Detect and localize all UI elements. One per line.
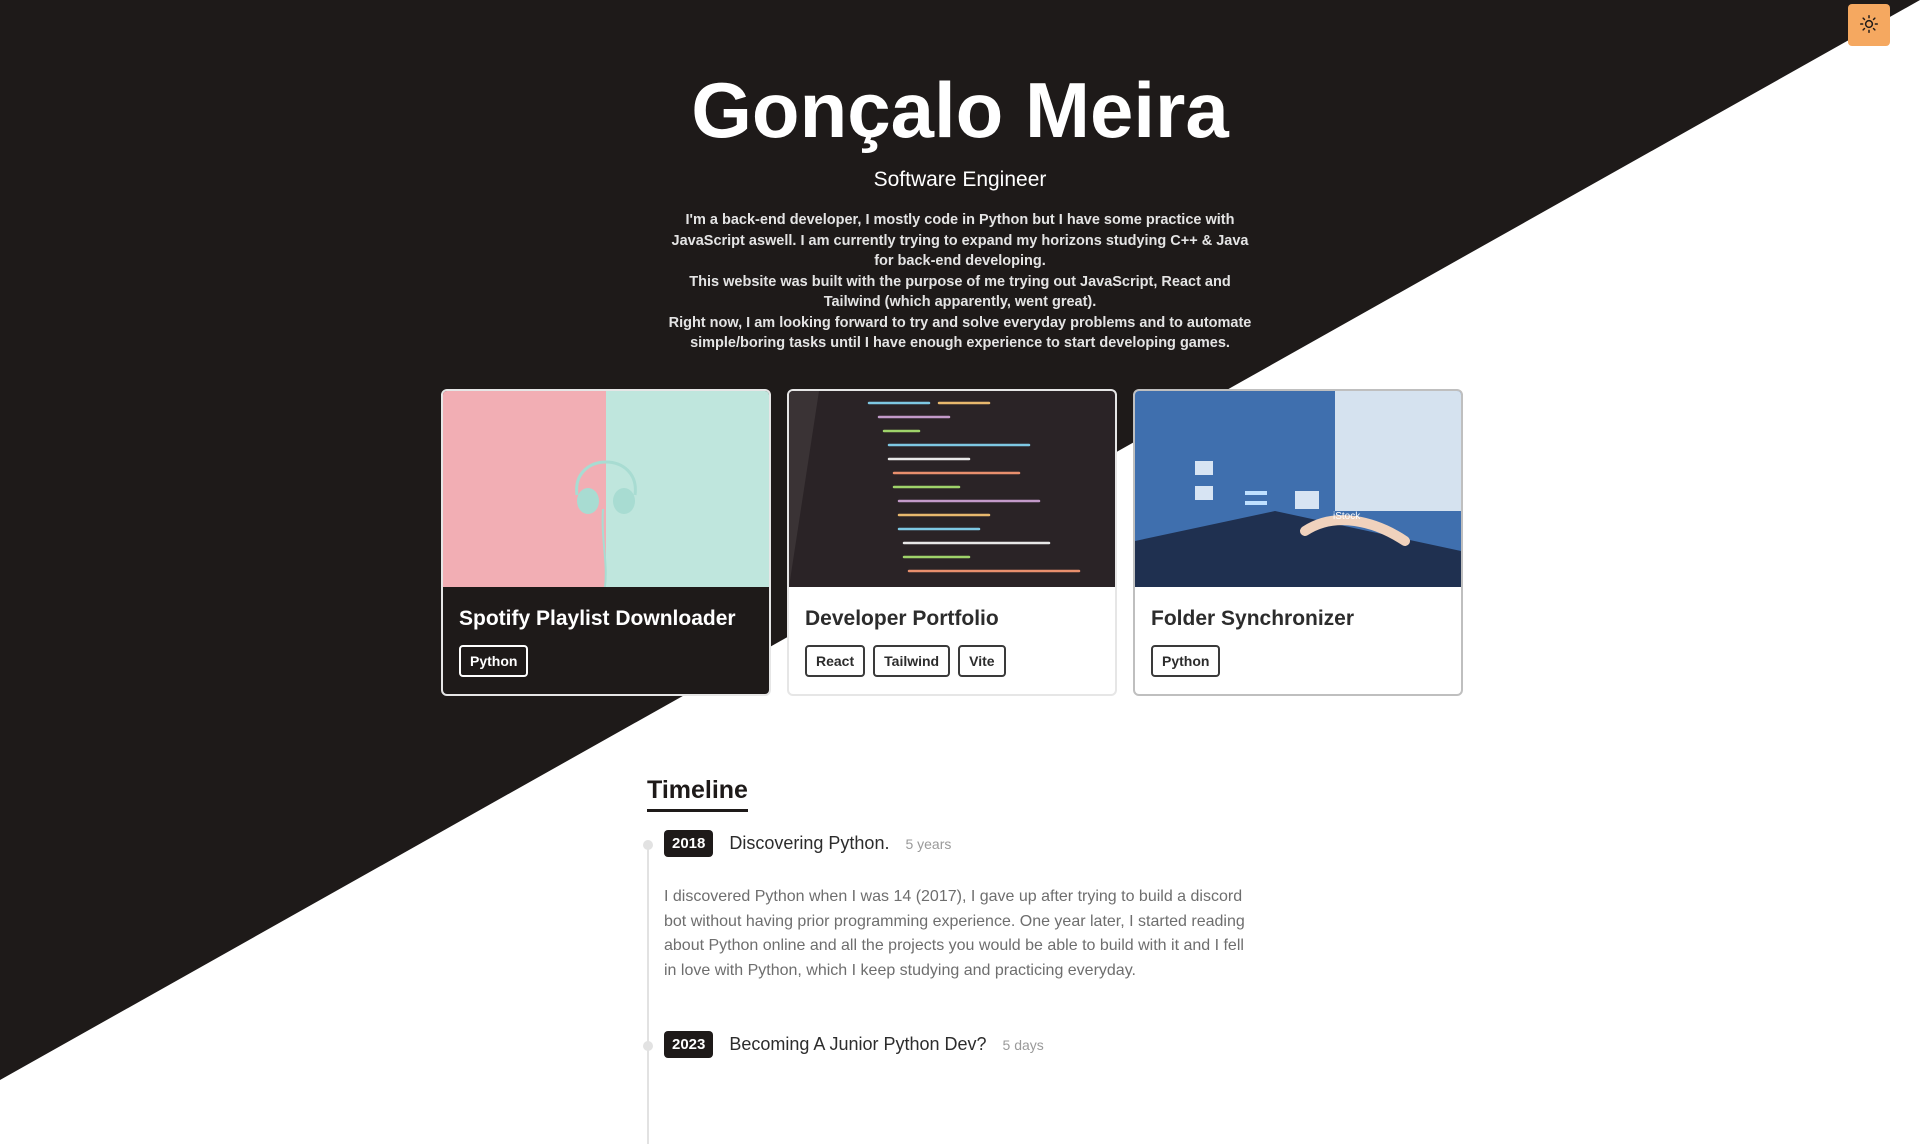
image-watermark: iStock	[1333, 511, 1361, 522]
project-image-headphones	[443, 391, 769, 587]
timeline-item: 2023 Becoming A Junior Python Dev? 5 day…	[643, 1031, 1267, 1058]
project-title: Folder Synchronizer	[1151, 607, 1355, 630]
project-tags: React Tailwind Vite	[805, 645, 1115, 677]
project-tags: Python	[459, 645, 769, 677]
tag-python[interactable]: Python	[1151, 645, 1221, 677]
project-tags: Python	[1151, 645, 1461, 677]
timeline-duration: 5 years	[905, 835, 952, 852]
timeline-duration: 5 days	[1002, 1036, 1044, 1053]
project-title: Spotify Playlist Downloader	[459, 607, 736, 630]
page-title: Gonçalo Meira	[691, 66, 1229, 154]
timeline-year-badge: 2023	[664, 1031, 714, 1058]
tag-vite[interactable]: Vite	[958, 645, 1006, 677]
theme-toggle-button[interactable]	[1848, 4, 1890, 46]
projects-section: Spotify Playlist Downloader Python Devel…	[441, 389, 1463, 696]
timeline-item-title: Becoming A Junior Python Dev?	[729, 1034, 987, 1054]
job-title: Software Engineer	[873, 168, 1047, 191]
project-image-laptop: iStock	[1135, 391, 1461, 587]
bio: I'm a back-end developer, I mostly code …	[660, 210, 1260, 354]
timeline-dot	[643, 840, 653, 850]
timeline-item: 2018 Discovering Python. 5 years I disco…	[643, 830, 1267, 983]
hero-header: Gonçalo Meira Software Engineer I'm a ba…	[0, 60, 1920, 354]
tag-react[interactable]: React	[805, 645, 866, 677]
timeline-heading: Timeline	[647, 776, 748, 812]
tag-tailwind[interactable]: Tailwind	[873, 645, 951, 677]
timeline-year-badge: 2018	[664, 830, 714, 857]
timeline-item-text: I discovered Python when I was 14 (2017)…	[664, 888, 1245, 979]
bio-paragraph: This website was built with the purpose …	[689, 273, 1231, 311]
timeline-section: Timeline 2018 Discovering Python. 5 year…	[643, 776, 1267, 1144]
project-card-spotify-playlist-downloader[interactable]: Spotify Playlist Downloader Python	[441, 389, 771, 696]
project-card-developer-portfolio[interactable]: Developer Portfolio React Tailwind Vite	[787, 389, 1117, 696]
timeline-item-title: Discovering Python.	[729, 833, 890, 853]
project-image-code	[789, 391, 1115, 587]
project-title: Developer Portfolio	[805, 607, 999, 630]
tag-python[interactable]: Python	[459, 645, 529, 677]
timeline-dot	[643, 1041, 653, 1051]
sun-icon	[1860, 14, 1878, 36]
bio-paragraph: I'm a back-end developer, I mostly code …	[671, 212, 1249, 269]
project-card-folder-synchronizer[interactable]: iStock Folder Synchronizer Python	[1133, 389, 1463, 696]
bio-paragraph: Right now, I am looking forward to try a…	[668, 314, 1252, 352]
